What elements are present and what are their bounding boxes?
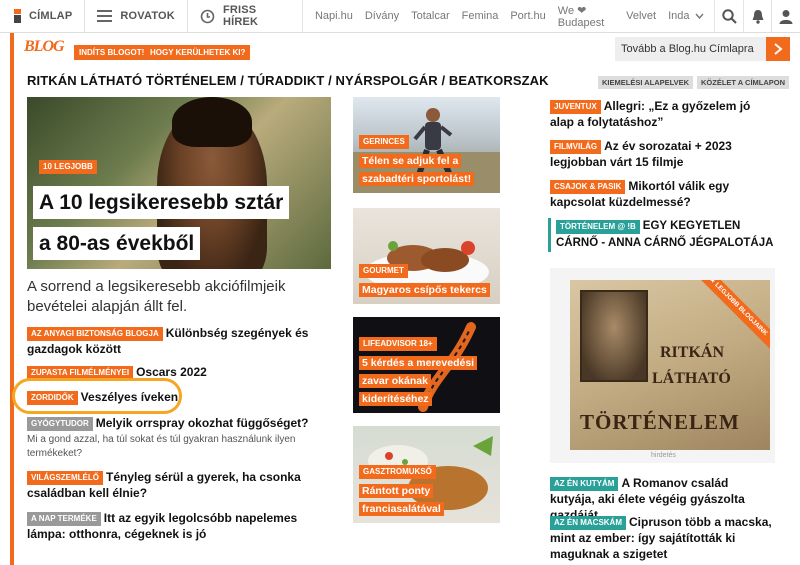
index-logo-icon — [14, 9, 21, 23]
arrow-right-icon — [766, 37, 790, 61]
search-button[interactable] — [714, 0, 743, 33]
bell-icon — [752, 9, 764, 24]
blog-home-link[interactable]: Tovább a Blog.hu Címlapra — [615, 37, 790, 61]
card-title[interactable]: Télen se adjuk fel a szabadtéri sportolá… — [359, 154, 475, 186]
clock-icon — [200, 9, 215, 24]
blog-tag[interactable]: TÖRTÉNELEM @ !B — [556, 220, 640, 234]
top-navigation: CÍMLAP ROVATOK FRISS HÍREK Napi.hu Díván… — [0, 0, 800, 33]
hero-title-line1[interactable]: A 10 legsikeresebb sztár — [33, 186, 290, 219]
list-item[interactable]: FILMVILÁG Az év sorozatai + 2023 legjobba… — [550, 138, 775, 170]
blog-tag[interactable]: AZ ANYAGI BIZTONSÁG BLOGJA — [27, 327, 163, 341]
blog-tag[interactable]: AZ ÉN KUTYÁM — [550, 477, 619, 491]
how-to-button[interactable]: HOGY KERÜLHETEK KI? — [145, 45, 251, 60]
card-tag[interactable]: LIFEADVISOR 18+ — [359, 337, 437, 351]
site-link[interactable]: Totalcar — [411, 10, 450, 22]
list-item[interactable]: GYÓGYTUDOR Melyik orrspray okozhat függős… — [27, 415, 327, 461]
site-link[interactable]: Napi.hu — [315, 10, 353, 22]
article-card[interactable]: LIFEADVISOR 18+ 5 kérdés a merevedési za… — [353, 317, 500, 413]
article-card[interactable]: GOURMET Magyaros csípős tekercs — [353, 208, 500, 304]
hero-title-line2[interactable]: a 80-as évekből — [33, 227, 201, 260]
article-card[interactable]: GASZTROMUKSŐ Rántott ponty franciasalátá… — [353, 426, 500, 523]
blog-tag[interactable]: ZORDIDŐK — [27, 391, 78, 405]
filter-kiemelesi[interactable]: KIEMELÉSI ALAPELVEK — [598, 76, 694, 89]
card-title[interactable]: 5 kérdés a merevedési zavar okának kider… — [359, 356, 478, 406]
blog-home-label: Tovább a Blog.hu Címlapra — [621, 43, 754, 55]
card-tag[interactable]: GOURMET — [359, 264, 408, 278]
category-breadcrumb[interactable]: RITKÁN LÁTHATÓ TÖRTÉNELEM / TÚRADDIKT / … — [27, 73, 549, 88]
ad-label: hirdetés — [651, 452, 676, 459]
site-link[interactable]: Dívány — [365, 10, 399, 22]
card-title[interactable]: Magyaros csípős tekercs — [359, 283, 490, 297]
blog-tag[interactable]: A NAP TERMÉKE — [27, 512, 101, 526]
card-tag[interactable]: GERINCES — [359, 135, 409, 149]
nav-cimlap[interactable]: CÍMLAP — [0, 0, 86, 33]
site-link[interactable]: Femina — [462, 10, 499, 22]
blog-logo[interactable]: BLOG — [24, 38, 65, 56]
list-item[interactable]: JUVENTUX Allegri: „Ez a győzelem jó alap … — [550, 98, 775, 130]
filter-kozelet[interactable]: KÖZÉLET A CÍMLAPON — [697, 76, 790, 89]
article-title[interactable]: Melyik orrspray okozhat függőséget? — [96, 416, 309, 430]
search-icon — [722, 8, 737, 24]
hero-description: A sorrend a legsikeresebb akciófilmjeik … — [27, 278, 286, 315]
hero-tag[interactable]: 10 LEGJOBB — [39, 160, 97, 174]
card-title[interactable]: Rántott ponty franciasalátával — [359, 484, 444, 516]
nav-rovatok-label: ROVATOK — [120, 10, 175, 22]
accent-bar — [10, 33, 14, 565]
blog-tag[interactable]: VILÁGSZEMLÉLŐ — [27, 471, 103, 485]
nav-cimlap-label: CÍMLAP — [29, 10, 73, 22]
list-item[interactable]: VILÁGSZEMLÉLŐ Tényleg sérül a gyerek, ha … — [27, 469, 327, 501]
ad-banner[interactable]: ★ LEGJOBB BLOGJAINK RITKÁN LÁTHATÓ TÖRTÉ… — [570, 280, 770, 450]
article-title[interactable]: Oscars 2022 — [136, 365, 207, 379]
site-link[interactable]: We ❤ Budapest — [558, 4, 614, 29]
nav-friss-label: FRISS HÍREK — [222, 4, 259, 28]
blog-tag[interactable]: GYÓGYTUDOR — [27, 417, 93, 431]
site-link[interactable]: Port.hu — [510, 10, 545, 22]
list-item[interactable]: A NAP TERMÉKE Itt az egyik legolcsóbb nap… — [27, 510, 327, 542]
list-item[interactable]: AZ ÉN MACSKÁM Cipruson több a macska, min… — [550, 514, 775, 562]
blog-tag[interactable]: JUVENTUX — [550, 100, 601, 114]
blog-tag[interactable]: CSAJOK & PASIK — [550, 180, 626, 194]
chevron-down-icon — [695, 13, 705, 19]
partner-sites: Napi.hu Dívány Totalcar Femina Port.hu W… — [315, 0, 717, 33]
start-blog-button[interactable]: INDÍTS BLOGOT! — [74, 45, 150, 60]
hamburger-icon — [97, 10, 113, 22]
ad-word: TÖRTÉNELEM — [580, 410, 740, 434]
sites-more-dropdown[interactable]: Inda — [668, 10, 705, 22]
list-item[interactable]: AZ ANYAGI BIZTONSÁG BLOGJA Különbség szeg… — [27, 325, 327, 357]
article-title[interactable]: Veszélyes íveken — [81, 390, 178, 404]
ad-word: LÁTHATÓ — [652, 370, 731, 387]
blog-tag[interactable]: AZ ÉN MACSKÁM — [550, 516, 626, 530]
list-item[interactable]: CSAJOK & PASIK Mikortól válik egy kapcsol… — [550, 178, 775, 210]
user-button[interactable] — [771, 0, 800, 33]
notifications-button[interactable] — [742, 0, 772, 33]
site-link[interactable]: Velvet — [626, 10, 656, 22]
article-card[interactable]: GERINCES Télen se adjuk fel a szabadtéri… — [353, 97, 500, 193]
nav-friss[interactable]: FRISS HÍREK — [188, 0, 303, 33]
blog-tag[interactable]: FILMVILÁG — [550, 140, 602, 154]
nav-rovatok[interactable]: ROVATOK — [85, 0, 188, 33]
ad-word: RITKÁN — [660, 344, 725, 361]
user-icon — [779, 9, 793, 24]
featured-history-item[interactable]: TÖRTÉNELEM @ !B EGY KEGYETLEN CÁRNŐ - ANN… — [548, 218, 776, 252]
list-item[interactable]: ZORDIDŐK Veszélyes íveken — [27, 389, 327, 405]
card-tag[interactable]: GASZTROMUKSŐ — [359, 465, 436, 479]
article-lead: Mi a gond azzal, ha túl sokat és túl gya… — [27, 434, 296, 459]
portrait-image — [580, 290, 648, 382]
site-link: Inda — [668, 10, 690, 22]
